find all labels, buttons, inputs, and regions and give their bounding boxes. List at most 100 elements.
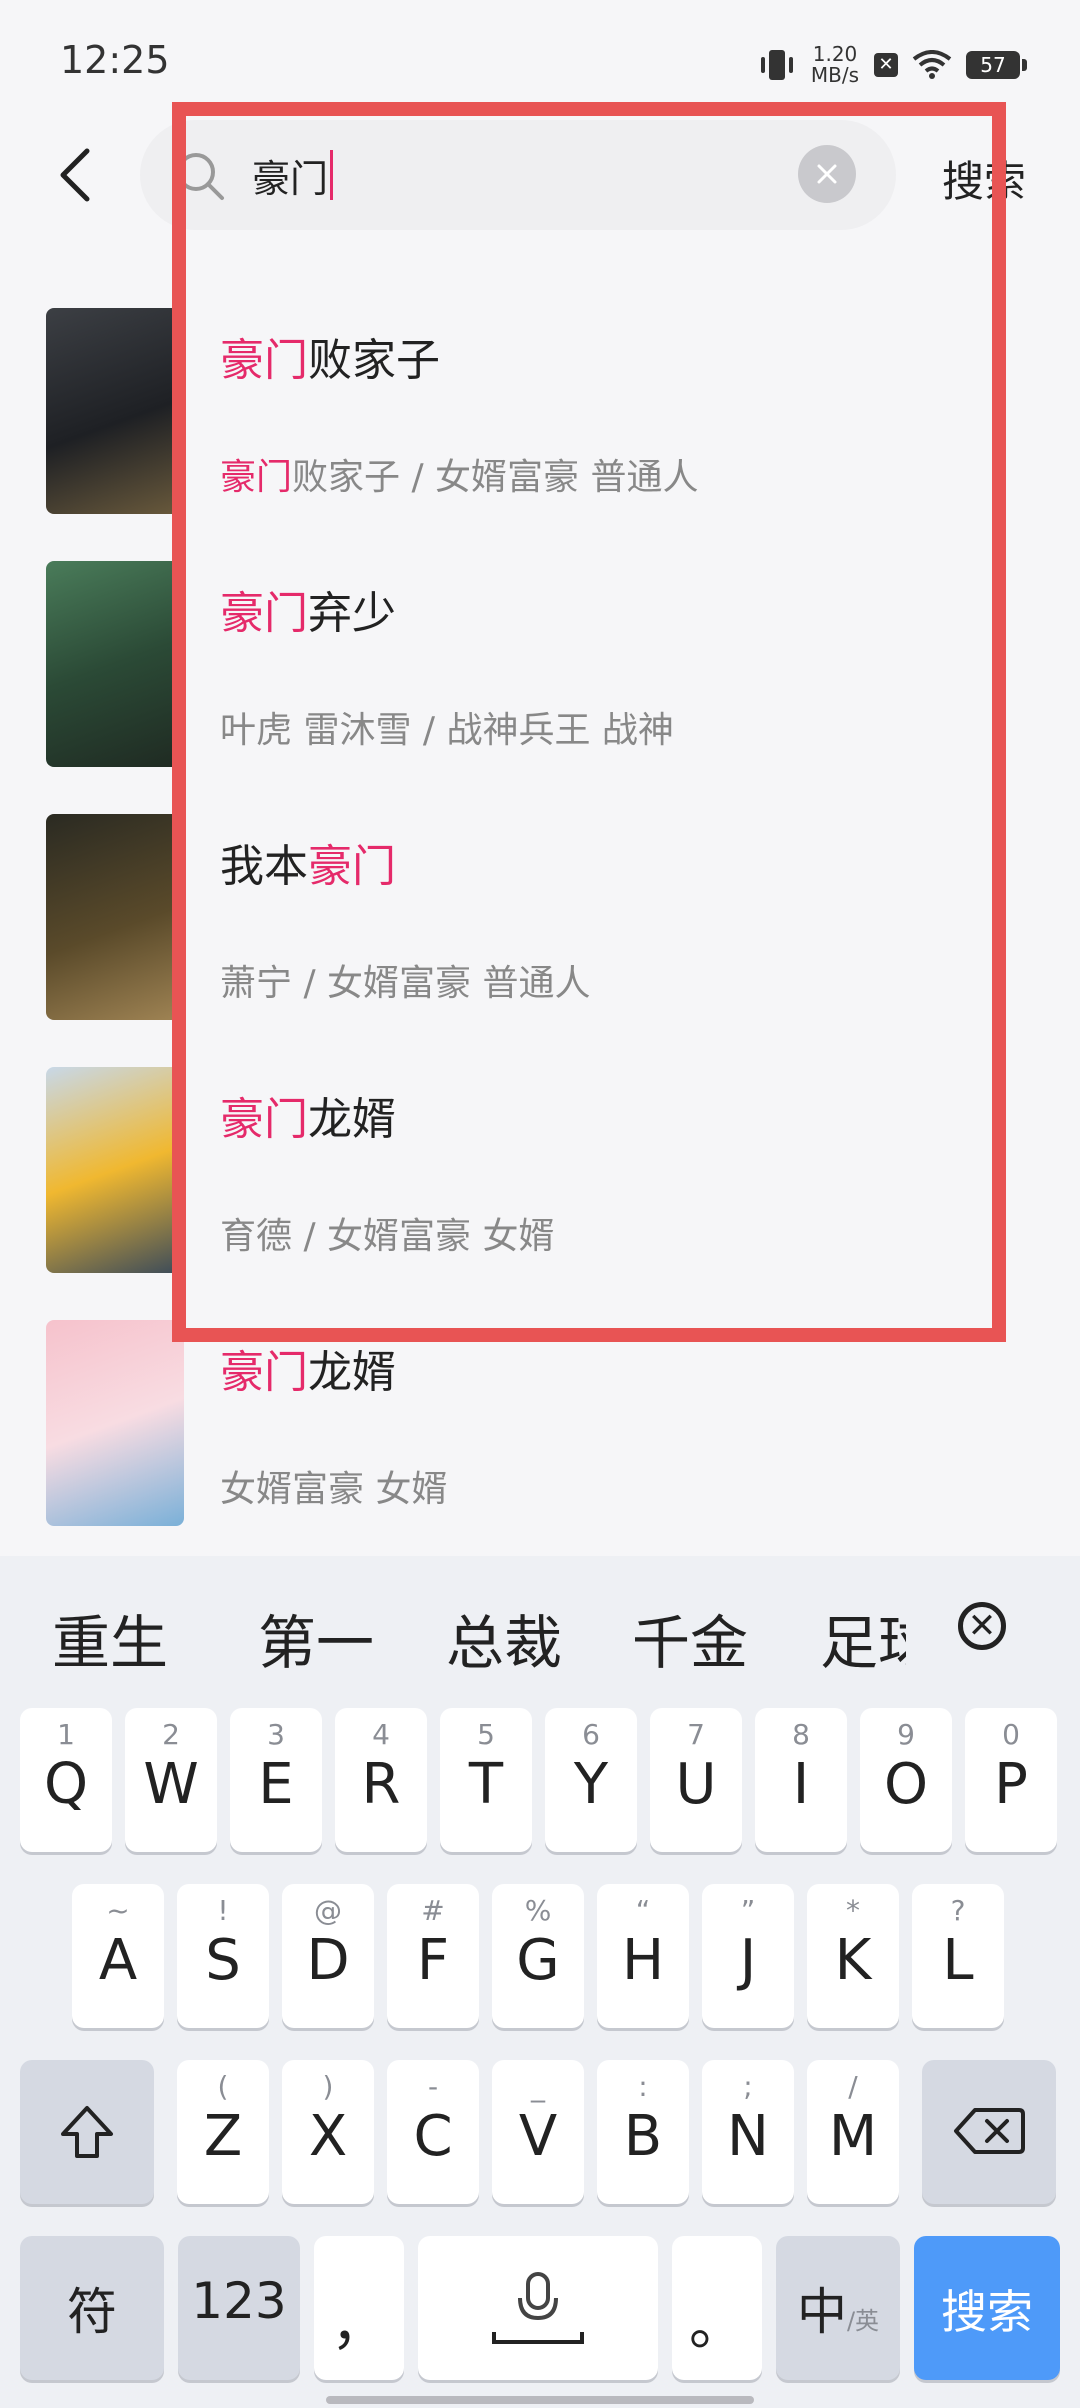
key-label: S — [205, 1928, 241, 1993]
period-key[interactable]: 。 — [672, 2236, 762, 2380]
key-label: W — [143, 1752, 199, 1817]
key-label: U — [675, 1752, 717, 1817]
key-m[interactable]: / M — [807, 2060, 899, 2204]
back-button[interactable] — [40, 140, 110, 210]
vibrate-icon — [761, 50, 793, 80]
key-hint-label: 4 — [372, 1718, 390, 1751]
key-hint-label: 1 — [57, 1718, 75, 1751]
key-d[interactable]: @ D — [282, 1884, 374, 2028]
key-n[interactable]: ; N — [702, 2060, 794, 2204]
key-hint-label: ! — [217, 1894, 229, 1927]
back-arrow-icon — [60, 148, 90, 202]
candidate-word[interactable]: 足球 — [820, 1596, 906, 1680]
backspace-key[interactable] — [922, 2060, 1056, 2204]
poster-thumbnail — [46, 1320, 184, 1526]
language-alt-label: /英 — [846, 2307, 880, 2335]
key-h[interactable]: “H — [597, 1884, 689, 2028]
key-t[interactable]: 5T — [440, 1708, 532, 1852]
comma-key[interactable]: ， — [314, 2236, 404, 2380]
key-o[interactable]: 9O — [860, 1708, 952, 1852]
key-label: M — [828, 2104, 878, 2169]
key-label: N — [727, 2104, 769, 2169]
key-label: Y — [573, 1752, 609, 1817]
key-p[interactable]: 0P — [965, 1708, 1057, 1852]
microphone-icon — [492, 2272, 584, 2344]
close-candidates-icon[interactable]: ✕ — [958, 1602, 1006, 1650]
key-label: C — [413, 2104, 453, 2169]
symbols-key-label: 符 — [67, 2283, 117, 2341]
key-g[interactable]: % G — [492, 1884, 584, 2028]
key-label: R — [361, 1752, 401, 1817]
key-label: B — [623, 2104, 663, 2169]
key-q[interactable]: 1Q — [20, 1708, 112, 1852]
key-hint-label: % — [524, 1894, 552, 1927]
key-hint-label: - — [427, 2070, 439, 2103]
key-x[interactable]: ) X — [282, 2060, 374, 2204]
key-hint-label: # — [421, 1894, 445, 1927]
key-label: L — [942, 1928, 974, 1993]
key-label: V — [518, 2104, 558, 2169]
wifi-icon — [912, 50, 952, 79]
poster-thumbnail — [46, 1067, 184, 1273]
candidate-word[interactable]: 第一 — [258, 1596, 374, 1680]
key-hint-label: ( — [217, 2070, 229, 2103]
key-b[interactable]: :B — [597, 2060, 689, 2204]
key-label: E — [258, 1752, 294, 1817]
key-v[interactable]: _ V — [492, 2060, 584, 2204]
key-k[interactable]: * K — [807, 1884, 899, 2028]
key-u[interactable]: 7U — [650, 1708, 742, 1852]
language-switch-key[interactable]: 中/英 — [776, 2236, 900, 2380]
symbols-key[interactable]: 符 — [20, 2236, 164, 2380]
key-hint-label: 5 — [477, 1718, 495, 1751]
candidate-word[interactable]: 重生 — [52, 1596, 168, 1680]
key-hint-label: 9 — [897, 1718, 915, 1751]
key-r[interactable]: 4R — [335, 1708, 427, 1852]
shift-key[interactable] — [20, 2060, 154, 2204]
key-label: Z — [203, 2104, 243, 2169]
search-key-label: 搜索 — [941, 2285, 1033, 2339]
status-time: 12:25 — [60, 38, 170, 82]
key-z[interactable]: (Z — [177, 2060, 269, 2204]
key-label: Q — [43, 1752, 89, 1817]
key-hint-label: ) — [322, 2070, 334, 2103]
key-c[interactable]: -C — [387, 2060, 479, 2204]
key-a[interactable]: ~ A — [72, 1884, 164, 2028]
key-hint-label: 3 — [267, 1718, 285, 1751]
search-key[interactable]: 搜索 — [914, 2236, 1060, 2380]
key-l[interactable]: ? L — [912, 1884, 1004, 2028]
key-label: F — [416, 1928, 450, 1993]
key-hint-label: : — [638, 2070, 648, 2103]
key-f[interactable]: # F — [387, 1884, 479, 2028]
key-hint-label: @ — [314, 1894, 342, 1927]
numbers-key[interactable]: 123 — [178, 2236, 300, 2380]
candidate-word[interactable]: 千金 — [632, 1596, 748, 1680]
notification-x-icon: ✕ — [874, 53, 898, 77]
key-hint-label: / — [848, 2070, 858, 2103]
space-key[interactable] — [418, 2236, 658, 2380]
key-w[interactable]: 2W — [125, 1708, 217, 1852]
backspace-icon — [954, 2108, 1025, 2154]
numbers-key-label: 123 — [191, 2272, 287, 2330]
key-hint-label: 6 — [582, 1718, 600, 1751]
result-title: 豪门龙婿 — [220, 1347, 396, 1398]
key-e[interactable]: 3E — [230, 1708, 322, 1852]
language-main-label: 中 — [796, 2283, 847, 2341]
key-j[interactable]: ” J — [702, 1884, 794, 2028]
home-indicator[interactable] — [326, 2396, 754, 2404]
battery-level: 57 — [980, 53, 1006, 77]
key-hint-label: “ — [635, 1894, 651, 1927]
period-key-label: 。 — [689, 2293, 745, 2358]
key-s[interactable]: ! S — [177, 1884, 269, 2028]
key-label: G — [516, 1928, 560, 1993]
key-label: P — [994, 1752, 1028, 1817]
key-y[interactable]: 6Y — [545, 1708, 637, 1852]
soft-keyboard: 重生 第一 总裁 千金 足球 ✕ 1Q2W3E4R5T6Y7U8I9O0P ~A… — [0, 1556, 1080, 2408]
candidate-word[interactable]: 总裁 — [446, 1596, 562, 1680]
result-item[interactable]: 豪门龙婿 女婿富豪 女婿 — [0, 1312, 1080, 1565]
shift-arrow-icon — [61, 2106, 113, 2158]
highlight-box — [172, 102, 1006, 1342]
poster-thumbnail — [46, 561, 184, 767]
key-label: A — [98, 1928, 138, 1993]
key-label: K — [834, 1928, 872, 1993]
key-i[interactable]: 8I — [755, 1708, 847, 1852]
